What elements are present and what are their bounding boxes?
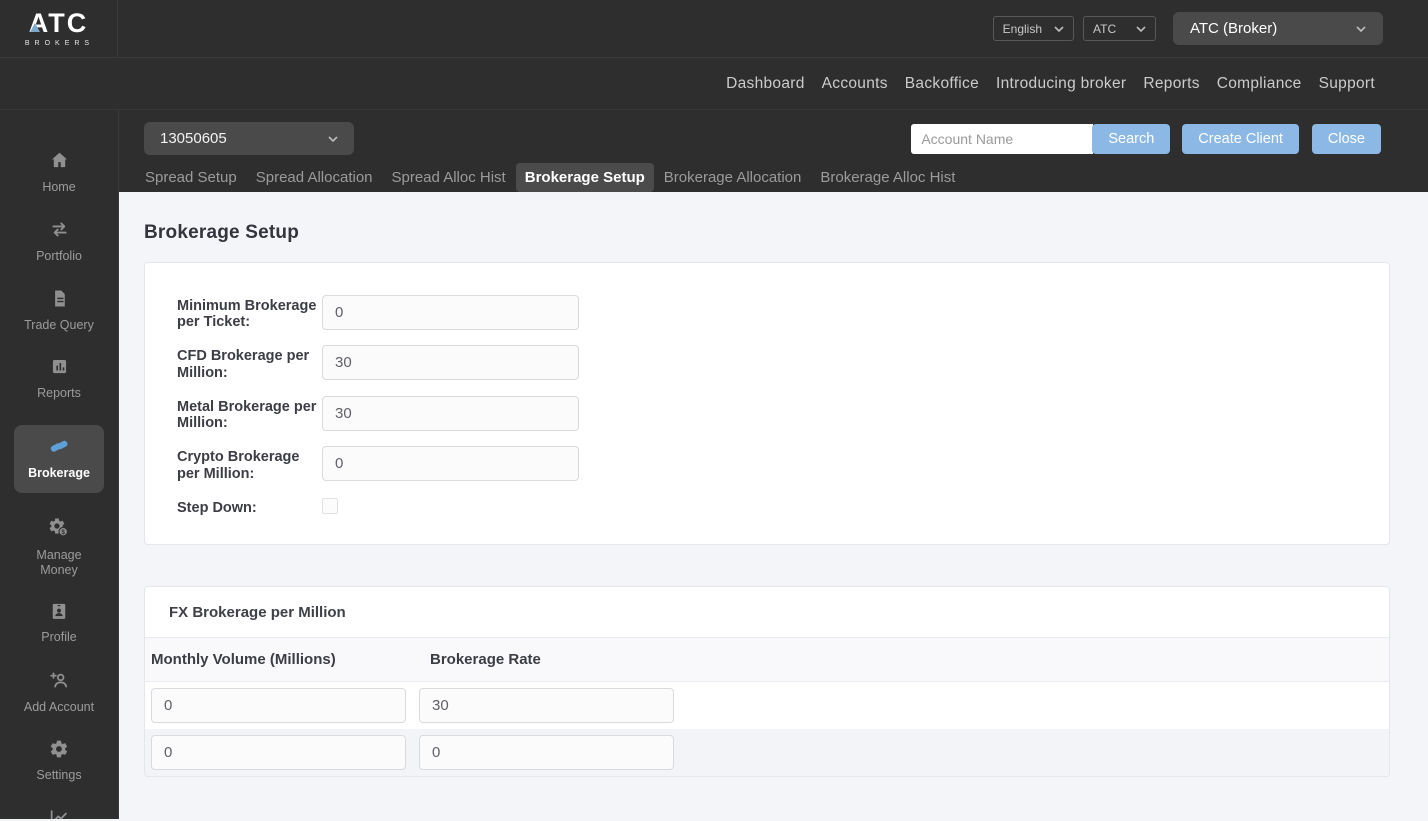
- sidebar-item-label: Portfolio: [36, 248, 82, 263]
- crypto-brokerage-per-million-input[interactable]: [322, 446, 579, 482]
- sub-header: 13050605 Search Create Client Close Spre…: [119, 110, 1428, 192]
- account-actions: Search Create Client Close: [911, 123, 1381, 154]
- page-title: Brokerage Setup: [144, 222, 300, 243]
- sidebar-item-analytics[interactable]: [14, 807, 104, 819]
- svg-text:$: $: [61, 529, 65, 536]
- language-select-value: English: [1002, 21, 1042, 36]
- sidebar-item-brokerage[interactable]: Brokerage: [14, 425, 104, 493]
- close-button[interactable]: Close: [1311, 123, 1381, 154]
- fx-monthly-volume-input-2[interactable]: [151, 735, 406, 771]
- atc-brokers-logo[interactable]: ATC BROKERS: [23, 10, 95, 48]
- fx-monthly-volume-input-1[interactable]: [151, 688, 406, 724]
- form-row-crypto-brokerage: Crypto Brokerage per Million:: [177, 446, 1389, 482]
- fx-table-header: Monthly Volume (Millions) Brokerage Rate: [145, 638, 1389, 683]
- chevron-down-icon: [328, 135, 338, 142]
- sidebar-item-label: Reports: [37, 386, 81, 401]
- sidebar-item-label: Settings: [36, 767, 82, 782]
- tab-spread-allocation[interactable]: Spread Allocation: [247, 163, 382, 192]
- sidebar-item-reports[interactable]: Reports: [14, 356, 104, 401]
- home-icon: [49, 150, 70, 171]
- add-user-icon: [48, 669, 70, 691]
- fx-card-title: FX Brokerage per Million: [145, 587, 1389, 639]
- sidebar-item-label: Trade Query: [24, 317, 94, 332]
- fx-brokerage-rate-input-2[interactable]: [419, 735, 674, 771]
- field-label: Step Down:: [177, 499, 257, 516]
- fx-brokerage-rate-input-1[interactable]: [419, 688, 674, 724]
- sidebar-item-manage-money[interactable]: $ Manage Money: [14, 517, 104, 578]
- gear-dollar-icon: $: [48, 517, 70, 539]
- nav-item-accounts[interactable]: Accounts: [822, 75, 888, 93]
- tab-spread-alloc-hist[interactable]: Spread Alloc Hist: [383, 163, 515, 192]
- nav-item-support[interactable]: Support: [1319, 75, 1375, 93]
- form-row-min-brokerage: Minimum Brokerage per Ticket:: [177, 295, 1389, 330]
- field-label: CFD Brokerage per Million:: [177, 348, 310, 381]
- nav-item-backoffice[interactable]: Backoffice: [905, 75, 979, 93]
- line-chart-icon: [48, 807, 70, 819]
- topbar-controls: English ATC ATC (Broker): [118, 0, 1428, 57]
- create-client-button[interactable]: Create Client: [1182, 123, 1299, 154]
- main-nav: Dashboard Accounts Backoffice Introducin…: [0, 57, 1428, 110]
- tab-brokerage-setup[interactable]: Brokerage Setup: [515, 163, 654, 192]
- brokerage-setup-card: Minimum Brokerage per Ticket: CFD Broker…: [144, 262, 1390, 546]
- tab-brokerage-allocation[interactable]: Brokerage Allocation: [655, 163, 811, 192]
- account-number-value: 13050605: [160, 130, 227, 147]
- sidebar-item-add-account[interactable]: Add Account: [14, 669, 104, 715]
- form-row-metal-brokerage: Metal Brokerage per Million:: [177, 395, 1389, 432]
- form-row-step-down: Step Down:: [177, 497, 1389, 516]
- cfd-brokerage-per-million-input[interactable]: [322, 345, 579, 381]
- field-label: Minimum Brokerage per Ticket:: [177, 298, 317, 331]
- sidebar-item-label: Manage Money: [36, 547, 82, 577]
- logo-area: ATC BROKERS: [0, 0, 118, 57]
- sidebar-item-profile[interactable]: Profile: [14, 601, 104, 645]
- column-header-brokerage-rate: Brokerage Rate: [430, 651, 541, 669]
- entity-select[interactable]: ATC: [1083, 16, 1156, 41]
- chevron-down-icon: [1356, 25, 1366, 32]
- logo-triangle-icon: [29, 23, 40, 32]
- broker-select[interactable]: ATC (Broker): [1173, 12, 1383, 45]
- chevron-down-icon: [1054, 25, 1064, 32]
- sidebar: Home Portfolio Trade Query Reports Broke: [0, 110, 118, 819]
- sidebar-item-home[interactable]: Home: [14, 150, 104, 195]
- logo-sub-text: BROKERS: [24, 40, 95, 47]
- nav-item-reports[interactable]: Reports: [1143, 75, 1199, 93]
- sidebar-item-label: Brokerage: [28, 466, 90, 480]
- gear-icon: [49, 739, 69, 759]
- search-button[interactable]: Search: [1092, 123, 1171, 154]
- step-down-checkbox[interactable]: [322, 497, 338, 514]
- table-row: [145, 682, 1389, 729]
- table-row: [145, 729, 1389, 777]
- sidebar-item-label: Add Account: [23, 700, 95, 714]
- setup-tabs: Spread Setup Spread Allocation Spread Al…: [119, 163, 1428, 192]
- language-select[interactable]: English: [992, 16, 1074, 41]
- sidebar-item-portfolio[interactable]: Portfolio: [14, 219, 104, 264]
- broker-select-value: ATC (Broker): [1190, 20, 1278, 37]
- sidebar-item-settings[interactable]: Settings: [14, 739, 104, 783]
- top-bar: ATC BROKERS English ATC ATC (Broker): [0, 0, 1428, 57]
- tab-spread-setup[interactable]: Spread Setup: [136, 163, 246, 192]
- nav-item-dashboard[interactable]: Dashboard: [726, 75, 805, 93]
- tab-brokerage-alloc-hist[interactable]: Brokerage Alloc Hist: [811, 163, 964, 192]
- form-row-cfd-brokerage: CFD Brokerage per Million:: [177, 345, 1389, 381]
- nav-item-introducing-broker[interactable]: Introducing broker: [996, 75, 1126, 93]
- id-badge-icon: [49, 601, 69, 621]
- bar-chart-icon: [49, 356, 70, 377]
- fx-brokerage-card: FX Brokerage per Million Monthly Volume …: [144, 586, 1390, 778]
- sidebar-item-label: Home: [42, 180, 76, 194]
- chevron-down-icon: [1136, 25, 1146, 32]
- min-brokerage-per-ticket-input[interactable]: [322, 295, 579, 330]
- sidebar-item-label: Profile: [41, 630, 77, 645]
- sidebar-item-trade-query[interactable]: Trade Query: [14, 288, 104, 333]
- account-name-input[interactable]: [911, 123, 1094, 154]
- document-icon: [49, 288, 70, 309]
- nav-item-compliance[interactable]: Compliance: [1217, 75, 1302, 93]
- field-label: Crypto Brokerage per Million:: [177, 449, 300, 482]
- account-number-select[interactable]: 13050605: [144, 122, 354, 155]
- field-label: Metal Brokerage per Million:: [177, 398, 317, 432]
- column-header-monthly-volume: Monthly Volume (Millions): [151, 651, 336, 669]
- content-area: Brokerage Setup Minimum Brokerage per Ti…: [119, 192, 1428, 819]
- metal-brokerage-per-million-input[interactable]: [322, 395, 579, 431]
- entity-select-value: ATC: [1093, 21, 1117, 36]
- swap-arrows-icon: [49, 219, 70, 240]
- handshake-icon: [47, 435, 71, 457]
